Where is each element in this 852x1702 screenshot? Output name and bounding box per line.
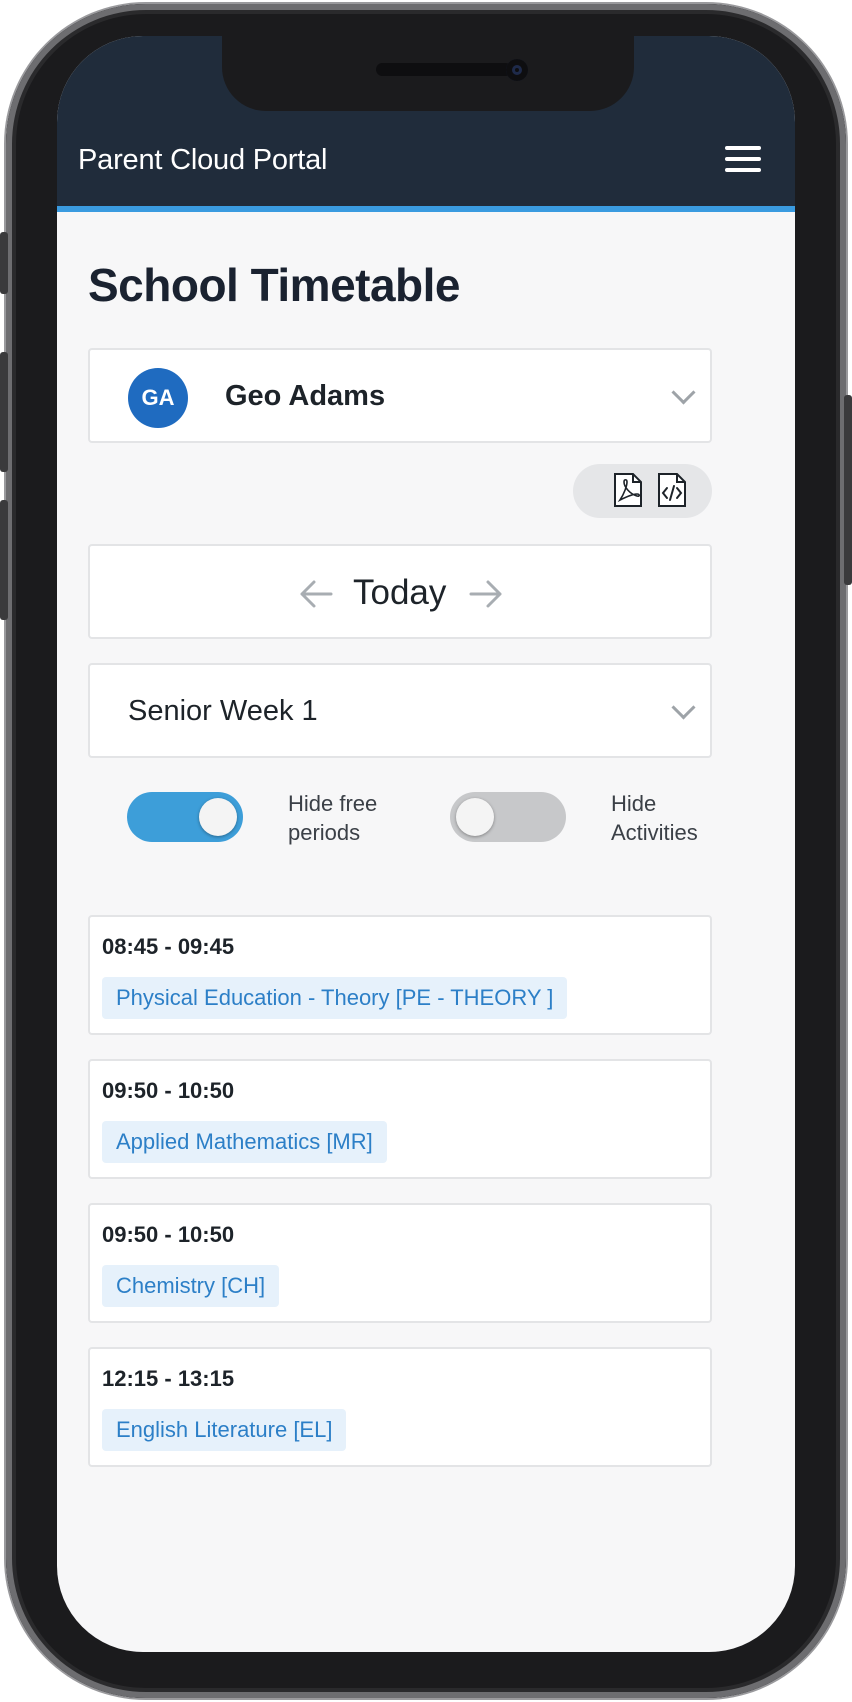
arrow-right-icon[interactable] xyxy=(468,579,504,609)
code-file-icon[interactable] xyxy=(656,472,688,508)
subject-chip[interactable]: Physical Education - Theory [PE - THEORY… xyxy=(102,977,568,1019)
student-name: Geo Adams xyxy=(225,380,386,412)
period-card[interactable]: 12:15 - 13:15 English Literature [EL] xyxy=(88,1347,712,1467)
toggle-knob xyxy=(456,798,494,836)
hide-free-periods-toggle[interactable] xyxy=(127,792,243,842)
hamburger-menu-icon[interactable] xyxy=(725,146,761,176)
avatar: GA xyxy=(128,368,188,428)
period-time: 12:15 - 13:15 xyxy=(102,1366,235,1391)
student-selector[interactable]: GA Geo Adams xyxy=(88,348,712,443)
arrow-left-icon[interactable] xyxy=(298,579,334,609)
week-selector[interactable]: Senior Week 1 xyxy=(88,663,712,758)
chevron-down-icon xyxy=(671,695,696,720)
week-label: Senior Week 1 xyxy=(128,695,318,727)
hide-free-periods-label: Hide free periods xyxy=(288,791,378,845)
period-time: 09:50 - 10:50 xyxy=(102,1078,235,1103)
subject-chip[interactable]: English Literature [EL] xyxy=(102,1409,347,1451)
date-navigator: Today xyxy=(88,544,712,639)
date-label[interactable]: Today xyxy=(353,573,446,613)
period-time: 08:45 - 09:45 xyxy=(102,934,235,959)
front-camera xyxy=(506,59,528,81)
side-button xyxy=(0,232,8,294)
period-card[interactable]: 09:50 - 10:50 Chemistry [CH] xyxy=(88,1203,712,1323)
power-button xyxy=(844,395,852,585)
toggle-knob xyxy=(199,798,237,836)
subject-chip[interactable]: Chemistry [CH] xyxy=(102,1265,280,1307)
screen: Parent Cloud Portal School Timetable GA … xyxy=(57,36,795,1652)
pdf-file-icon[interactable] xyxy=(612,472,644,508)
subject-chip[interactable]: Applied Mathematics [MR] xyxy=(102,1121,387,1163)
period-time: 09:50 - 10:50 xyxy=(102,1222,235,1247)
page-title: School Timetable xyxy=(88,259,461,311)
period-card[interactable]: 09:50 - 10:50 Applied Mathematics [MR] xyxy=(88,1059,712,1179)
app-title: Parent Cloud Portal xyxy=(78,144,328,176)
volume-down-button xyxy=(0,500,8,620)
export-button-group xyxy=(573,464,712,518)
hide-activities-label: Hide Activities xyxy=(611,791,698,845)
period-card[interactable]: 08:45 - 09:45 Physical Education - Theor… xyxy=(88,915,712,1035)
chevron-down-icon xyxy=(671,380,696,405)
volume-up-button xyxy=(0,352,8,472)
speaker xyxy=(376,63,512,76)
hide-activities-toggle[interactable] xyxy=(450,792,566,842)
